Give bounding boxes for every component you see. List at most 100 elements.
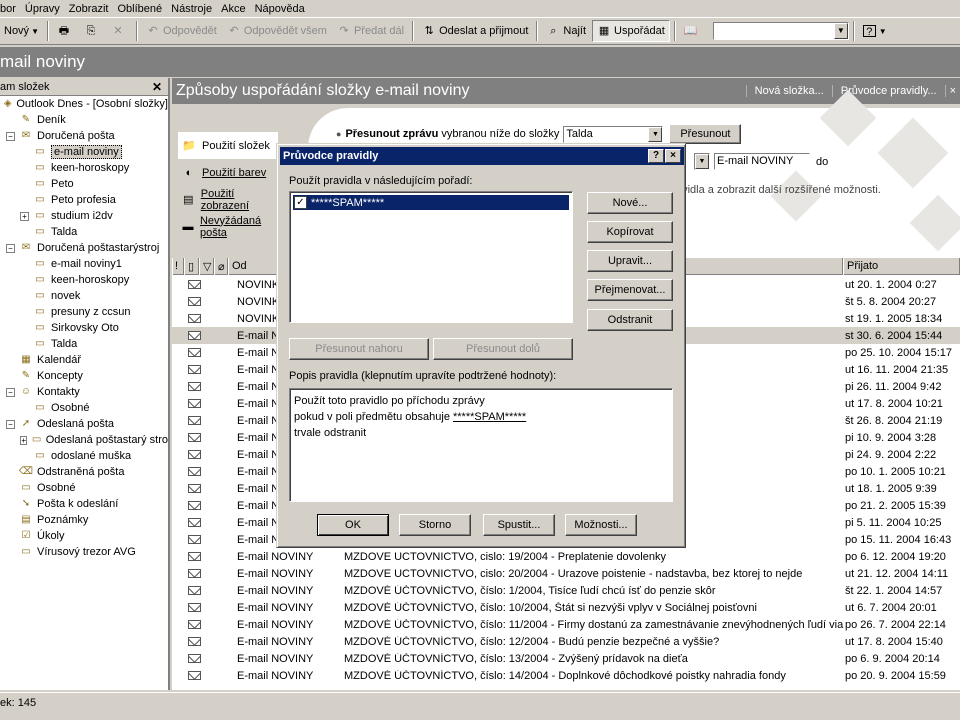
rule-item[interactable]: ✓ *****SPAM***** <box>293 195 569 210</box>
folder-item[interactable]: ▭ novek <box>0 288 168 304</box>
tab-views[interactable]: ▤ Použití zobrazení <box>178 186 278 213</box>
reply-button[interactable]: ↶ Odpovědět <box>142 20 221 42</box>
folder-item[interactable]: ⌫ Odstraněná pošta <box>0 464 168 480</box>
collapse-icon[interactable]: − <box>6 131 15 141</box>
icon-column[interactable]: ▯ <box>184 257 199 275</box>
reply-icon: ↶ <box>148 25 158 37</box>
importance-column[interactable]: ! <box>172 257 184 275</box>
move-folder-select[interactable]: Talda ▼ <box>563 125 664 143</box>
move-up-button[interactable]: Přesunout nahoru <box>289 338 429 360</box>
folder-item[interactable]: − ➚ Odeslaná pošta <box>0 416 168 432</box>
folder-item[interactable]: ▦ Kalendář <box>0 352 168 368</box>
move-to-folder-button[interactable]: ⎘ <box>80 20 105 42</box>
folder-item[interactable]: ▭ Peto <box>0 176 168 192</box>
menu-item[interactable]: Úpravy <box>21 3 65 15</box>
move-button[interactable]: Přesunout <box>669 124 742 144</box>
menu-item[interactable]: Akce <box>217 3 250 15</box>
rename-rule-button[interactable]: Přejmenovat... <box>587 279 673 301</box>
options-button[interactable]: Možnosti... <box>565 514 637 536</box>
folder-item[interactable]: ▭ Talda <box>0 224 168 240</box>
message-row[interactable]: E-mail NOVINY MZDOVE UCTOVNICTVO, cislo: … <box>172 565 960 582</box>
new-button[interactable]: Nový ▼ <box>0 20 43 42</box>
folder-item[interactable]: ▭ Talda <box>0 336 168 352</box>
message-row[interactable]: E-mail NOVINY MZDOVÉ ÚČTOVNÍCTVO, číslo: … <box>172 633 960 650</box>
folder-item[interactable]: + ▭ studium i2dv <box>0 208 168 224</box>
new-rule-button[interactable]: Nové... <box>587 192 673 214</box>
send-receive-button[interactable]: ⇅ Odeslat a přijmout <box>418 20 532 42</box>
menu-item[interactable]: Oblíbené <box>114 3 168 15</box>
folder-item[interactable]: ◈ Outlook Dnes - [Osobní složky] <box>0 96 168 112</box>
print-button[interactable]: 🖶 <box>53 20 78 42</box>
menu-item[interactable]: Zobrazit <box>65 3 114 15</box>
tab-colors[interactable]: ◐ Použití barev <box>178 159 278 186</box>
message-row[interactable]: E-mail NOVINY MZDOVÉ ÚČTOVNÍCTVO, číslo: … <box>172 667 960 684</box>
folder-item[interactable]: ▭ keen-horoskopy <box>0 272 168 288</box>
folder-item[interactable]: ▭ keen-horoskopy <box>0 160 168 176</box>
expand-icon[interactable]: + <box>20 435 28 445</box>
folder-item[interactable]: ▭ Osobné <box>0 400 168 416</box>
rule-folder-input[interactable]: E-mail NOVINY <box>714 153 810 170</box>
rules-list[interactable]: ✓ *****SPAM***** <box>289 191 573 323</box>
tab-folders[interactable]: 📁 Použití složek <box>178 132 278 159</box>
folder-item[interactable]: ▤ Poznámky <box>0 512 168 528</box>
folder-item[interactable]: − ✉ Doručená pošta <box>0 128 168 144</box>
folder-item[interactable]: + ▭ Odeslaná poštastarý stro <box>0 432 168 448</box>
run-rules-button[interactable]: Spustit... <box>483 514 555 536</box>
folder-item[interactable]: − ☺ Kontakty <box>0 384 168 400</box>
message-row[interactable]: E-mail NOVINY MZDOVÉ ÚČTOVNÍCTVO, číslo: … <box>172 616 960 633</box>
folder-item[interactable]: ✎ Deník <box>0 112 168 128</box>
tab-junk[interactable]: ▬ Nevyžádaná pošta <box>178 213 278 240</box>
rule-condition-select[interactable]: ▼ <box>694 153 710 170</box>
contact-search-input[interactable]: ▼ <box>712 22 849 40</box>
cancel-button[interactable]: Storno <box>399 514 471 536</box>
organize-button[interactable]: ▦ Uspořádat <box>592 20 670 42</box>
rule-condition-link[interactable]: *****SPAM***** <box>453 411 526 423</box>
chevron-down-icon[interactable]: ▼ <box>695 154 709 169</box>
collapse-icon[interactable]: − <box>6 387 15 397</box>
chevron-down-icon[interactable]: ▼ <box>648 126 663 142</box>
delete-button[interactable]: ✕ <box>107 20 132 42</box>
move-down-button[interactable]: Přesunout dolů <box>433 338 573 360</box>
reply-all-button[interactable]: ↶ Odpovědět všem <box>223 20 331 42</box>
message-row[interactable]: E-mail NOVINY MZDOVÉ ÚČTOVNÍCTVO, číslo: … <box>172 650 960 667</box>
folder-item[interactable]: ▭ Peto profesia <box>0 192 168 208</box>
folder-item[interactable]: ➘ Pošta k odeslání <box>0 496 168 512</box>
forward-button[interactable]: ↷ Předat dál <box>333 20 408 42</box>
menu-item[interactable]: Nástroje <box>167 3 217 15</box>
attachment-column[interactable]: ⌀ <box>214 257 228 275</box>
folder-item[interactable]: ▭ e-mail noviny1 <box>0 256 168 272</box>
menu-item[interactable]: bor <box>0 3 21 15</box>
delete-rule-button[interactable]: Odstranit <box>587 309 673 331</box>
menu-item[interactable]: Nápověda <box>251 3 310 15</box>
folder-item[interactable]: ▭ presuny z ccsun <box>0 304 168 320</box>
message-row[interactable]: E-mail NOVINY MZDOVÉ ÚČTOVNÍCTVO, číslo: … <box>172 582 960 599</box>
folder-item[interactable]: ▭ Sirkovsky Oto <box>0 320 168 336</box>
find-button[interactable]: ⌕ Najít <box>542 20 590 42</box>
message-row[interactable]: E-mail NOVINY MZDOVÉ ÚČTOVNÍCTVO, číslo: … <box>172 599 960 616</box>
folder-item[interactable]: ▭ Osobné <box>0 480 168 496</box>
folder-item[interactable]: − ✉ Doručená poštastarýstroj <box>0 240 168 256</box>
edit-rule-button[interactable]: Upravit... <box>587 250 673 272</box>
folder-item[interactable]: ▭ e-mail noviny <box>0 144 168 160</box>
flag-column[interactable]: ▽ <box>199 257 214 275</box>
help-icon[interactable]: ? <box>648 149 664 163</box>
close-icon[interactable]: × <box>665 149 681 163</box>
chevron-down-icon[interactable]: ▼ <box>833 23 848 39</box>
close-icon[interactable]: × <box>944 85 960 97</box>
message-row[interactable]: E-mail NOVINY MZDOVE UCTOVNICTVO, cislo: … <box>172 548 960 565</box>
ok-button[interactable]: OK <box>317 514 389 536</box>
folder-item[interactable]: ✎ Koncepty <box>0 368 168 384</box>
close-icon[interactable]: ✕ <box>152 80 164 94</box>
collapse-icon[interactable]: − <box>6 243 15 253</box>
address-book-button[interactable]: 📖 <box>680 20 705 42</box>
folder-item[interactable]: ▭ Vírusový trezor AVG <box>0 544 168 560</box>
expand-icon[interactable]: + <box>20 211 29 221</box>
new-folder-link[interactable]: Nová složka... <box>745 85 832 97</box>
copy-rule-button[interactable]: Kopírovat <box>587 221 673 243</box>
received-column[interactable]: Přijato <box>843 257 960 275</box>
collapse-icon[interactable]: − <box>6 419 15 429</box>
help-button[interactable]: ? ▼ <box>859 20 891 42</box>
folder-item[interactable]: ☑ Úkoly <box>0 528 168 544</box>
checkbox-checked-icon[interactable]: ✓ <box>294 196 307 209</box>
folder-item[interactable]: ▭ odoslané muška <box>0 448 168 464</box>
